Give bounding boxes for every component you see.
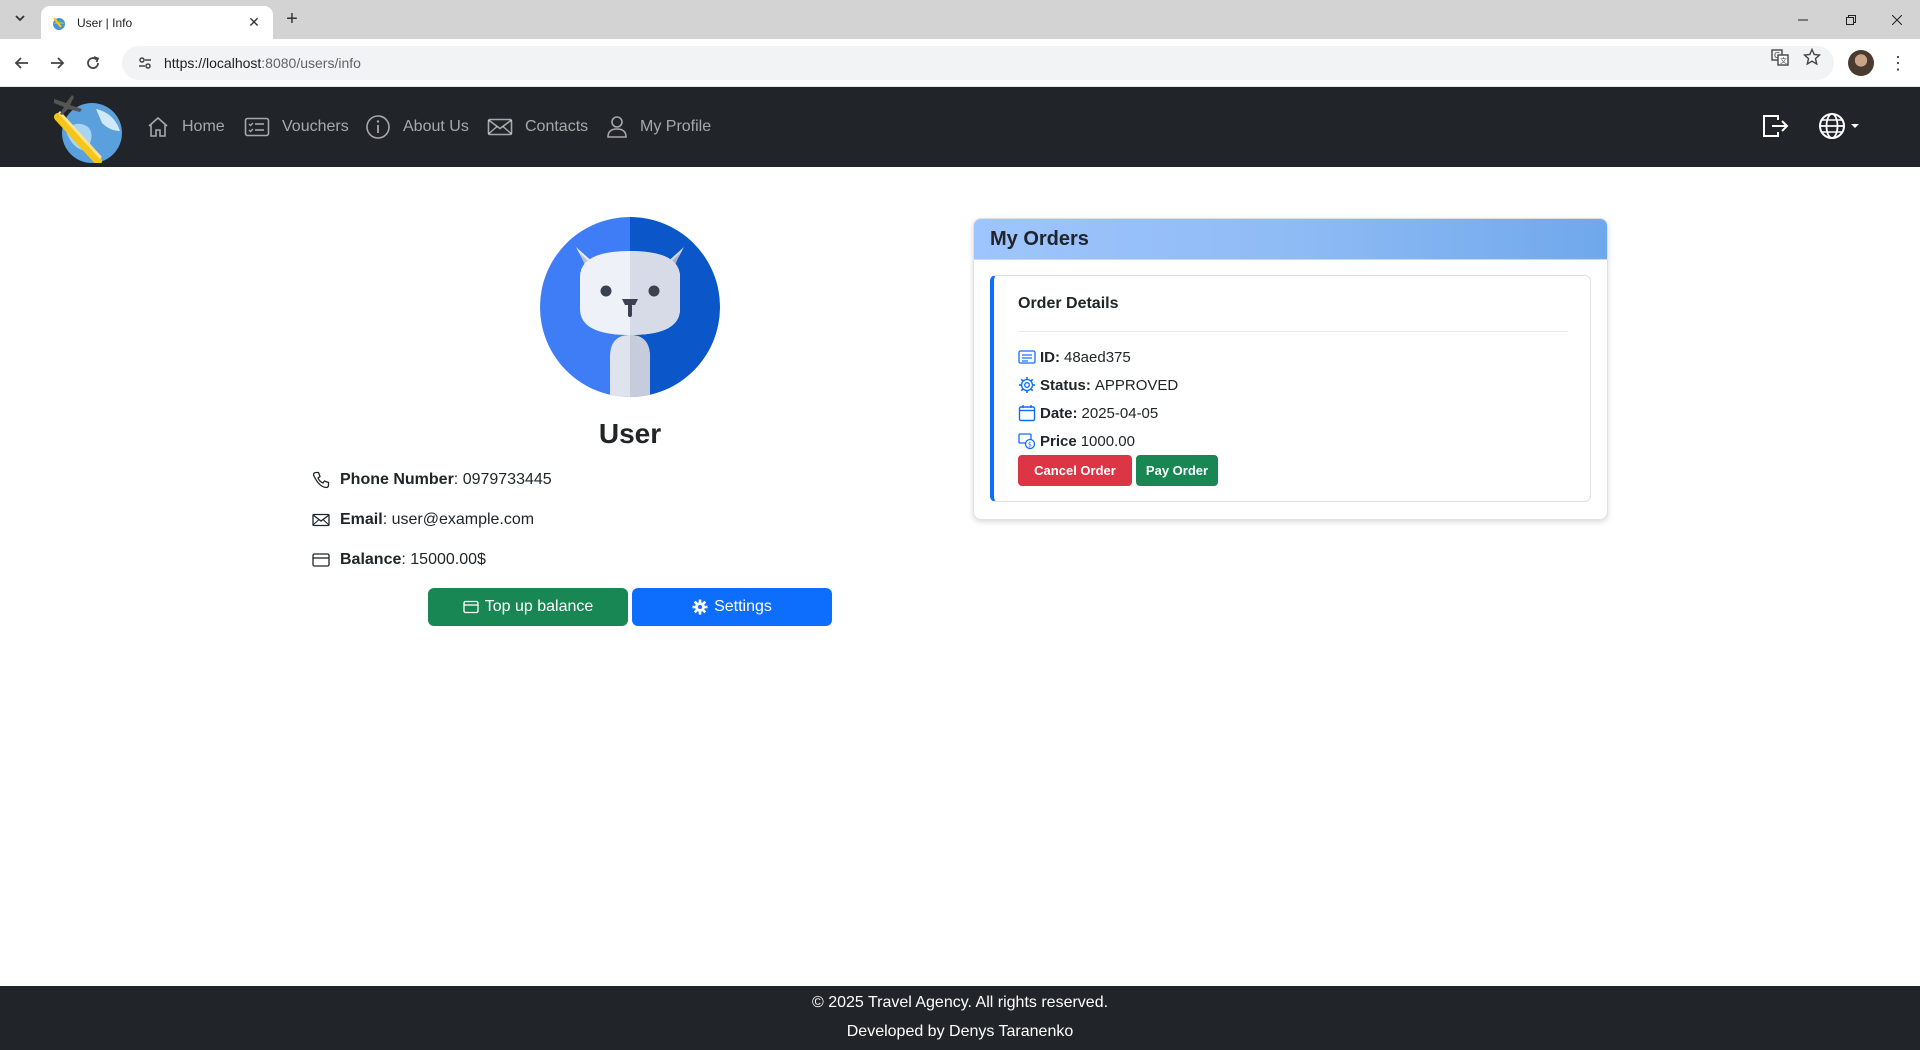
house-icon [148, 116, 168, 137]
cancel-order-button[interactable]: Cancel Order [1018, 455, 1132, 486]
order-date-label: Date: [1040, 404, 1078, 422]
order-status-label: Status: [1040, 376, 1091, 394]
my-orders-header: My Orders [974, 219, 1607, 260]
svg-text:文: 文 [1780, 56, 1787, 65]
gear-icon [692, 599, 708, 615]
nav-home[interactable]: Home [146, 111, 225, 143]
tab-search-button[interactable] [8, 6, 32, 30]
restore-button[interactable] [1828, 0, 1874, 39]
bookmark-star-icon[interactable] [1802, 47, 1822, 67]
calendar-icon [1018, 405, 1036, 422]
back-button[interactable] [10, 51, 34, 75]
minimize-button[interactable] [1780, 0, 1826, 39]
envelope-icon [312, 513, 330, 527]
card-list-icon [244, 117, 270, 137]
settings-button[interactable]: Settings [632, 588, 832, 626]
gear-icon [1019, 377, 1035, 393]
nav-about-us[interactable]: About Us [365, 111, 469, 143]
email-row: Email: user@example.com [312, 508, 534, 532]
email-label: Email [340, 511, 383, 528]
info-circle-icon [366, 115, 390, 139]
pay-order-button[interactable]: Pay Order [1136, 455, 1218, 486]
arrow-left-icon [14, 57, 28, 69]
globe-icon [1819, 113, 1845, 139]
logout-icon [1763, 115, 1789, 137]
logout-button[interactable] [1762, 109, 1790, 143]
order-status-row: Status: APPROVED [1018, 374, 1178, 396]
browser-tab-active[interactable]: User | Info ✕ [41, 6, 273, 39]
telephone-icon [312, 471, 330, 489]
balance-value: : 15000.00$ [401, 551, 486, 568]
cash-coin-icon: $ [1018, 433, 1036, 450]
order-price-value: 1000.00 [1080, 432, 1135, 450]
close-window-button[interactable] [1874, 0, 1920, 39]
phone-value: : 0979733445 [453, 471, 552, 488]
person-icon [607, 116, 627, 138]
language-dropdown[interactable] [1818, 109, 1860, 143]
nav-label: Vouchers [282, 118, 349, 135]
settings-label: Settings [714, 598, 772, 615]
order-price-label: Price [1040, 432, 1077, 450]
cat-avatar-icon [540, 217, 720, 397]
nav-label: Home [182, 118, 225, 135]
order-details-title: Order Details [1018, 295, 1119, 312]
forward-button[interactable] [45, 51, 69, 75]
credit-card-icon [463, 600, 479, 614]
close-icon [1892, 14, 1902, 25]
site-navbar: Home Vouchers About Us Contacts My Profi… [0, 87, 1920, 167]
nav-vouchers[interactable]: Vouchers [244, 111, 349, 143]
new-tab-button[interactable]: + [280, 8, 304, 32]
chevron-down-icon [15, 15, 25, 22]
browser-profile-avatar[interactable] [1848, 50, 1874, 76]
tab-title: User | Info [77, 15, 133, 30]
minimize-icon [1798, 19, 1808, 20]
nav-my-profile[interactable]: My Profile [606, 111, 711, 143]
address-bar[interactable]: https://localhost:8080/users/info [122, 46, 1834, 80]
profile-username: User [598, 418, 662, 449]
footer-copyright: © 2025 Travel Agency. All rights reserve… [811, 994, 1109, 1011]
order-item: Order Details ID: 48aed375 Status: APPROVE… [990, 275, 1591, 502]
reload-icon [87, 56, 100, 69]
order-id-row: ID: 48aed375 [1018, 346, 1131, 368]
travel-agency-logo[interactable] [52, 91, 124, 163]
user-avatar [540, 217, 720, 397]
balance-row: Balance: 15000.00$ [312, 548, 486, 572]
site-info-icon[interactable] [134, 52, 156, 74]
order-date-value: 2025-04-05 [1081, 404, 1159, 422]
footer-developer: Developed by Denys Taranenko [846, 1023, 1074, 1040]
nav-label: About Us [403, 118, 469, 135]
nav-label: My Profile [640, 118, 712, 135]
order-date-row: Date: 2025-04-05 [1018, 402, 1158, 424]
tab-close-icon[interactable]: ✕ [245, 14, 263, 31]
order-id-label: ID: [1040, 348, 1060, 366]
browser-tab-strip: User | Info ✕ + [0, 0, 1920, 39]
site-favicon-icon [53, 16, 65, 30]
top-up-balance-button[interactable]: Top up balance [428, 588, 628, 626]
browser-menu-icon[interactable]: ⋮ [1888, 51, 1908, 75]
balance-label: Balance [340, 551, 402, 568]
order-status-value: APPROVED [1094, 376, 1179, 394]
order-id-value: 48aed375 [1064, 348, 1131, 366]
url-text: https://localhost:8080/users/info [164, 55, 361, 71]
email-value: : user@example.com [382, 511, 535, 528]
site-footer: © 2025 Travel Agency. All rights reserve… [0, 986, 1920, 1050]
my-orders-card: My Orders Order Details ID: 48aed375 Stat… [973, 218, 1608, 520]
envelope-icon [487, 118, 513, 136]
nav-contacts[interactable]: Contacts [487, 111, 588, 143]
divider [1018, 331, 1568, 332]
caret-down-icon [1851, 124, 1859, 128]
phone-label: Phone Number [340, 471, 454, 488]
top-up-label: Top up balance [484, 598, 594, 615]
arrow-right-icon [51, 57, 65, 69]
restore-icon [1846, 14, 1856, 25]
phone-row: Phone Number: 0979733445 [312, 468, 552, 492]
translate-icon[interactable]: G文 [1770, 47, 1790, 67]
card-text-icon [1018, 350, 1036, 364]
reload-button[interactable] [81, 51, 105, 75]
browser-toolbar: https://localhost:8080/users/info G文 ⋮ [0, 39, 1920, 87]
order-price-row: $ Price 1000.00 [1018, 430, 1135, 452]
nav-label: Contacts [525, 118, 589, 135]
svg-text:$: $ [1028, 442, 1032, 449]
credit-card-icon [312, 553, 330, 567]
